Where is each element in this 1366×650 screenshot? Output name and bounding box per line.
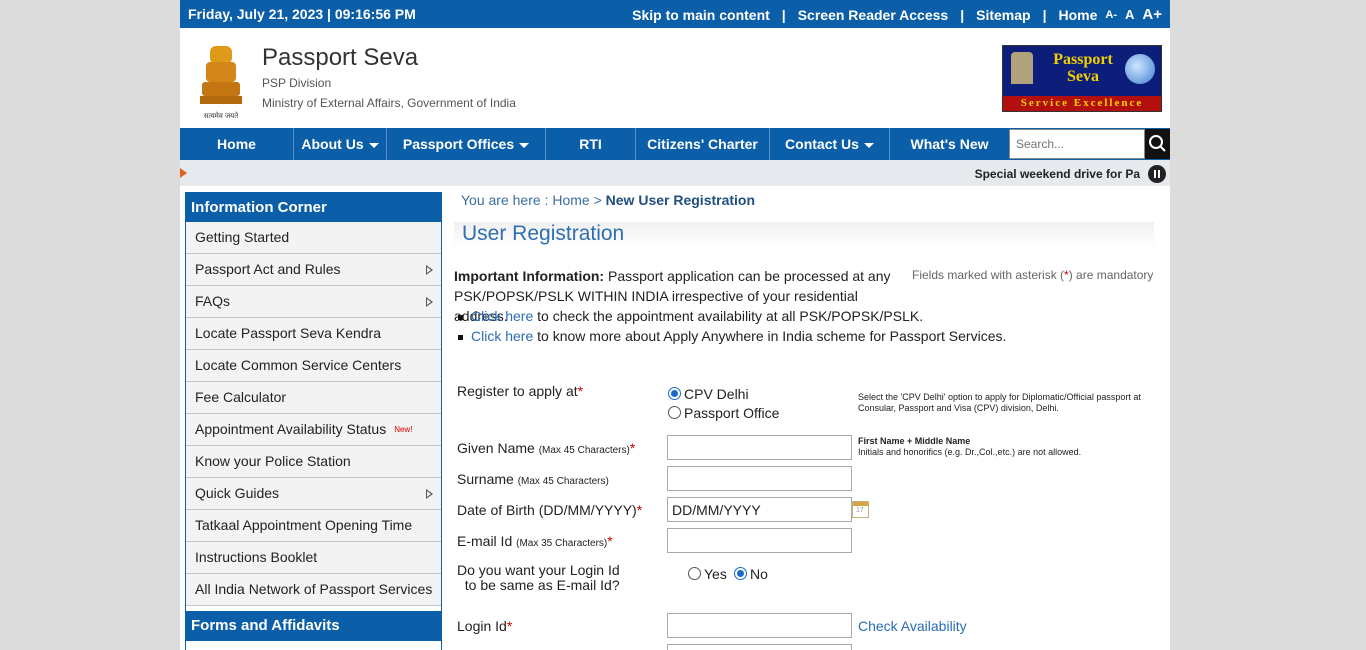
- national-emblem-icon: सत्यमेव जयते: [200, 46, 242, 120]
- sidebar-item-getting-started[interactable]: Getting Started: [186, 222, 441, 254]
- next-field-input[interactable]: [667, 644, 852, 650]
- nav-citizens-charter[interactable]: Citizens' Charter: [636, 128, 770, 160]
- list-item: Click here to check the appointment avai…: [458, 308, 923, 324]
- given-name-label: Given Name (Max 45 Characters)*: [457, 440, 636, 456]
- sitemap-link[interactable]: Sitemap: [976, 7, 1030, 23]
- top-links: Skip to main content | Screen Reader Acc…: [632, 6, 1162, 23]
- date-time: Friday, July 21, 2023 | 09:16:56 PM: [188, 6, 416, 22]
- mandatory-note: Fields marked with asterisk (*) are mand…: [912, 268, 1154, 282]
- main-content: You are here : Home > New User Registrat…: [454, 188, 1154, 650]
- appointment-click-here-link[interactable]: Click here: [471, 308, 533, 324]
- top-home-link[interactable]: Home: [1059, 7, 1098, 23]
- chevron-right-icon: [426, 265, 433, 275]
- font-increase-button[interactable]: A+: [1142, 6, 1162, 23]
- logo-line1: Passport: [1053, 51, 1113, 68]
- nav-rti[interactable]: RTI: [546, 128, 636, 160]
- chevron-down-icon: [863, 142, 874, 148]
- sidebar-item-network[interactable]: All India Network of Passport Services: [186, 574, 441, 606]
- sidebar-item-instructions[interactable]: Instructions Booklet: [186, 542, 441, 574]
- nav-about-us[interactable]: About Us: [294, 128, 387, 160]
- dob-input[interactable]: [667, 497, 852, 522]
- ticker-arrow-icon: [180, 168, 187, 178]
- nav-whats-new[interactable]: What's New: [890, 128, 1009, 160]
- login-id-label: Login Id*: [457, 618, 513, 634]
- nav-passport-offices[interactable]: Passport Offices: [387, 128, 546, 160]
- search-input[interactable]: [1009, 129, 1145, 159]
- surname-input[interactable]: [667, 466, 852, 491]
- radio-passport-office[interactable]: Passport Office: [668, 405, 779, 421]
- radio-checked-icon: [668, 387, 681, 400]
- header: सत्यमेव जयते Passport Seva PSP Division …: [180, 28, 1170, 128]
- nav-contact-us[interactable]: Contact Us: [770, 128, 890, 160]
- search-icon: [1149, 135, 1166, 152]
- sidebar-item-quick-guides[interactable]: Quick Guides: [186, 478, 441, 510]
- chevron-right-icon: [426, 489, 433, 499]
- radio-unchecked-icon: [688, 567, 701, 580]
- pause-icon[interactable]: [1148, 165, 1166, 183]
- chevron-down-icon: [519, 142, 530, 148]
- login-same-question: Do you want your Login Id to be same as …: [457, 562, 620, 593]
- logo-band: Service Excellence: [1003, 96, 1161, 111]
- check-availability-link[interactable]: Check Availability: [858, 618, 967, 634]
- email-input[interactable]: [667, 528, 852, 553]
- logo-line2: Seva: [1067, 68, 1099, 85]
- email-label: E-mail Id (Max 35 Characters)*: [457, 533, 613, 549]
- emblem-caption: सत्यमेव जयते: [204, 111, 239, 120]
- radio-cpv-delhi[interactable]: CPV Delhi: [668, 386, 749, 402]
- page-title: User Registration: [454, 222, 1154, 248]
- radio-yes[interactable]: Yes: [688, 566, 727, 582]
- sidebar-item-passport-act[interactable]: Passport Act and Rules: [186, 254, 441, 286]
- news-ticker: Special weekend drive for Pa: [180, 160, 1170, 186]
- sidebar-heading-forms: Forms and Affidavits: [186, 611, 441, 641]
- sidebar-heading: Information Corner: [186, 193, 441, 222]
- sidebar-item-fee-calculator[interactable]: Fee Calculator: [186, 382, 441, 414]
- sidebar-item-locate-csc[interactable]: Locate Common Service Centers: [186, 350, 441, 382]
- calendar-icon[interactable]: [852, 501, 869, 518]
- apply-anywhere-click-here-link[interactable]: Click here: [471, 328, 533, 344]
- breadcrumb-current: New User Registration: [605, 192, 756, 208]
- register-label: Register to apply at*: [457, 383, 584, 399]
- passport-seva-logo: Passport Seva Service Excellence: [1002, 45, 1162, 112]
- radio-checked-icon: [734, 567, 747, 580]
- chevron-down-icon: [368, 142, 379, 148]
- list-item: Click here to know more about Apply Anyw…: [458, 328, 1006, 344]
- sidebar-item-police-station[interactable]: Know your Police Station: [186, 446, 441, 478]
- font-normal-button[interactable]: A: [1125, 7, 1134, 22]
- main-nav: Home About Us Passport Offices RTI Citiz…: [180, 128, 1170, 160]
- sidebar: Information Corner Getting Started Passp…: [185, 192, 442, 650]
- new-badge: New!: [394, 425, 413, 434]
- site-division: PSP Division: [262, 76, 332, 90]
- nav-home[interactable]: Home: [180, 128, 294, 160]
- cpv-note: Select the 'CPV Delhi' option to apply f…: [858, 392, 1141, 413]
- chevron-right-icon: [426, 297, 433, 307]
- site-ministry: Ministry of External Affairs, Government…: [262, 96, 516, 110]
- skip-link[interactable]: Skip to main content: [632, 7, 770, 23]
- page: Friday, July 21, 2023 | 09:16:56 PM Skip…: [180, 0, 1170, 650]
- sidebar-item-appointment-status[interactable]: Appointment Availability Status New!: [186, 414, 441, 446]
- site-title: Passport Seva: [262, 44, 419, 71]
- screen-reader-link[interactable]: Screen Reader Access: [798, 7, 948, 23]
- sidebar-item-faqs[interactable]: FAQs: [186, 286, 441, 318]
- sidebar-item-locate-psk[interactable]: Locate Passport Seva Kendra: [186, 318, 441, 350]
- login-id-input[interactable]: [667, 613, 852, 638]
- search-button[interactable]: [1145, 129, 1170, 159]
- given-name-note: First Name + Middle Name Initials and hon…: [858, 436, 1082, 457]
- radio-no[interactable]: No: [734, 566, 768, 582]
- surname-label: Surname (Max 45 Characters): [457, 471, 609, 487]
- logo-emblem-icon: [1011, 52, 1033, 84]
- font-decrease-button[interactable]: A-: [1105, 9, 1117, 21]
- top-bar: Friday, July 21, 2023 | 09:16:56 PM Skip…: [180, 0, 1170, 28]
- sidebar-item-tatkaal[interactable]: Tatkaal Appointment Opening Time: [186, 510, 441, 542]
- ticker-text[interactable]: Special weekend drive for Pa: [975, 167, 1140, 181]
- dob-label: Date of Birth (DD/MM/YYYY)*: [457, 502, 643, 518]
- given-name-input[interactable]: [667, 435, 852, 460]
- breadcrumb: You are here : Home > New User Registrat…: [461, 192, 756, 208]
- breadcrumb-home-link[interactable]: Home: [552, 192, 589, 208]
- radio-unchecked-icon: [668, 406, 681, 419]
- globe-icon: [1125, 54, 1155, 84]
